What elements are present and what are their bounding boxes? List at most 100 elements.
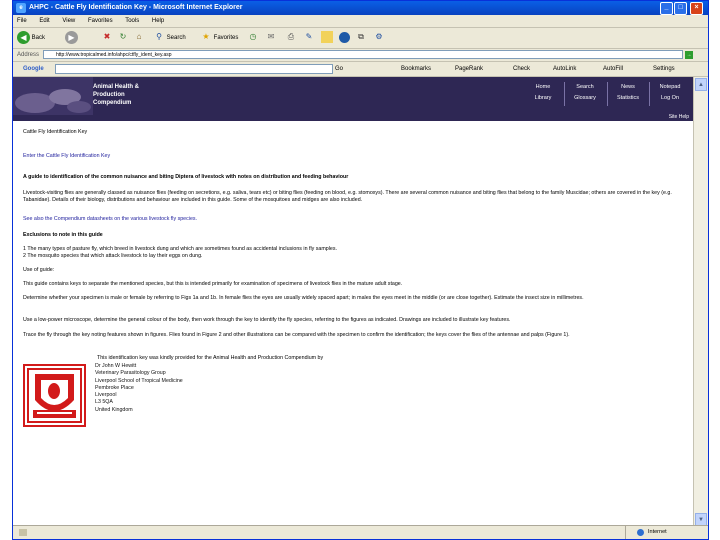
menu-tools[interactable]: Tools	[125, 18, 139, 24]
see-also-link[interactable]: See also the Compendium datasheets on th…	[23, 216, 691, 223]
mail-icon: ✉	[267, 32, 275, 42]
stop-button[interactable]: ✖	[101, 31, 113, 45]
mail-button[interactable]: ✉	[265, 31, 277, 45]
google-logo: Google	[23, 66, 44, 72]
exclusions-title: Exclusions to note in this guide	[23, 232, 103, 238]
address-input[interactable]: http://www.tropicalmed.info/ahpc/ctfly_i…	[43, 50, 683, 59]
nav-log-on[interactable]: Log On	[650, 95, 690, 101]
site-nav: Home Search News Notepad Library Glossar…	[523, 82, 693, 106]
menu-help[interactable]: Help	[152, 18, 164, 24]
title-bar: e AHPC - Cattle Fly Identification Key -…	[13, 1, 708, 15]
guide-title: A guide to identification of the common …	[23, 174, 349, 180]
nav-divider	[607, 82, 608, 106]
google-toolbar: Google Go Bookmarks PageRank Check AutoL…	[13, 62, 708, 77]
use-key-paragraph: Use a low-power microscope, determine th…	[23, 317, 511, 323]
messenger-button[interactable]	[339, 31, 350, 45]
site-banner: Animal Health & Production Compendium Ho…	[13, 77, 693, 115]
sponsor-note: This identification key was kindly provi…	[97, 355, 324, 361]
tools-button[interactable]: ⚙	[373, 31, 385, 45]
standard-toolbar: ◀ Back ▶ ✖ ↻ ⌂ ⚲ Search ★ Favorites ◷ ✉ …	[13, 28, 708, 49]
globe-icon	[339, 31, 350, 43]
site-name: Animal Health & Production Compendium	[93, 84, 140, 106]
trace-paragraph: Trace the fly through the key noting fea…	[23, 332, 570, 338]
maximize-button[interactable]: □	[674, 2, 687, 15]
back-button[interactable]: ◀ Back	[17, 31, 45, 45]
crest-icon	[25, 366, 84, 425]
edit-button[interactable]: ✎	[303, 31, 315, 45]
edit-icon: ✎	[305, 32, 313, 42]
folder-icon	[321, 31, 333, 44]
security-zone: Internet	[648, 529, 667, 535]
search-button[interactable]: ⚲ Search	[153, 31, 186, 45]
address-label: Address	[17, 52, 40, 58]
lstm-crest-logo	[23, 364, 86, 427]
google-autofill-button[interactable]: AutoFill	[603, 62, 623, 76]
google-bookmarks-button[interactable]: Bookmarks	[401, 62, 431, 76]
nav-glossary[interactable]: Glossary	[565, 95, 605, 101]
back-arrow-icon: ◀	[17, 31, 30, 44]
enter-key-link[interactable]: Enter the Cattle Fly Identification Key	[23, 153, 691, 160]
address-bar: Address http://www.tropicalmed.info/ahpc…	[13, 49, 708, 62]
print-button[interactable]: ⎙	[285, 31, 297, 45]
nav-notepad[interactable]: Notepad	[650, 84, 690, 90]
menu-file[interactable]: File	[17, 18, 27, 24]
nav-divider	[564, 82, 565, 106]
close-button[interactable]: ×	[690, 2, 703, 15]
star-icon: ★	[202, 32, 210, 42]
site-help-link[interactable]: Site Help	[669, 114, 689, 120]
browser-window: e AHPC - Cattle Fly Identification Key -…	[12, 0, 709, 540]
menu-edit[interactable]: Edit	[39, 18, 49, 24]
nav-statistics[interactable]: Statistics	[608, 95, 648, 101]
internet-zone-icon	[637, 529, 644, 536]
history-button[interactable]: ◷	[247, 31, 259, 45]
exclusion-item: 2 The mosquito species that which attack…	[23, 253, 203, 259]
minimize-button[interactable]: _	[660, 2, 673, 15]
tools-icon: ⚙	[375, 32, 383, 42]
use-title: Use of guide:	[23, 267, 55, 273]
forward-arrow-icon: ▶	[65, 31, 78, 44]
home-icon: ⌂	[136, 32, 142, 42]
google-go-button[interactable]: Go	[335, 62, 343, 76]
nav-search[interactable]: Search	[565, 84, 605, 90]
intro-paragraph: Livestock-visiting flies are generally c…	[23, 190, 672, 203]
search-icon: ⚲	[156, 32, 162, 42]
page-content: Animal Health & Production Compendium Ho…	[13, 77, 693, 527]
exclusion-item: 1 The many types of pasture fly, which b…	[23, 246, 337, 252]
go-arrow-icon[interactable]: →	[685, 51, 693, 59]
nav-library[interactable]: Library	[523, 95, 563, 101]
print-icon: ⎙	[287, 32, 295, 42]
determine-paragraph: Determine whether your specimen is male …	[23, 295, 584, 301]
history-icon: ◷	[249, 32, 257, 42]
google-pagerank[interactable]: PageRank	[455, 62, 483, 76]
page-icon	[19, 529, 27, 536]
google-autolink-button[interactable]: AutoLink	[553, 62, 576, 76]
favorites-button[interactable]: ★ Favorites	[200, 31, 238, 45]
research-button[interactable]: ⧉	[355, 31, 367, 45]
menu-favorites[interactable]: Favorites	[88, 18, 113, 24]
scroll-up-button[interactable]: ▲	[695, 78, 707, 91]
banner-photo	[13, 77, 93, 115]
google-settings-button[interactable]: Settings	[653, 62, 675, 76]
status-divider	[625, 526, 626, 539]
ie-icon: e	[16, 3, 26, 13]
research-icon: ⧉	[358, 32, 364, 42]
status-bar: Internet	[13, 525, 708, 539]
window-title: AHPC - Cattle Fly Identification Key - M…	[29, 4, 243, 11]
use-paragraph: This guide contains keys to separate the…	[23, 281, 403, 287]
menu-bar: File Edit View Favorites Tools Help	[13, 15, 708, 28]
home-button[interactable]: ⌂	[133, 31, 145, 45]
vertical-scrollbar[interactable]: ▲ ▼	[693, 77, 708, 527]
google-check-button[interactable]: Check	[513, 62, 530, 76]
page-title: Cattle Fly Identification Key	[23, 129, 88, 135]
contact-address: Dr John W Hewitt Veterinary Parasitology…	[95, 363, 183, 413]
nav-news[interactable]: News	[608, 84, 648, 90]
refresh-icon: ↻	[119, 32, 127, 42]
menu-view[interactable]: View	[62, 18, 75, 24]
nav-divider	[649, 82, 650, 106]
nav-home[interactable]: Home	[523, 84, 563, 90]
discuss-button[interactable]	[321, 31, 333, 45]
refresh-button[interactable]: ↻	[117, 31, 129, 45]
google-search-input[interactable]	[55, 64, 333, 74]
site-subbar: Site Help	[13, 114, 693, 121]
forward-button[interactable]: ▶	[65, 31, 78, 45]
